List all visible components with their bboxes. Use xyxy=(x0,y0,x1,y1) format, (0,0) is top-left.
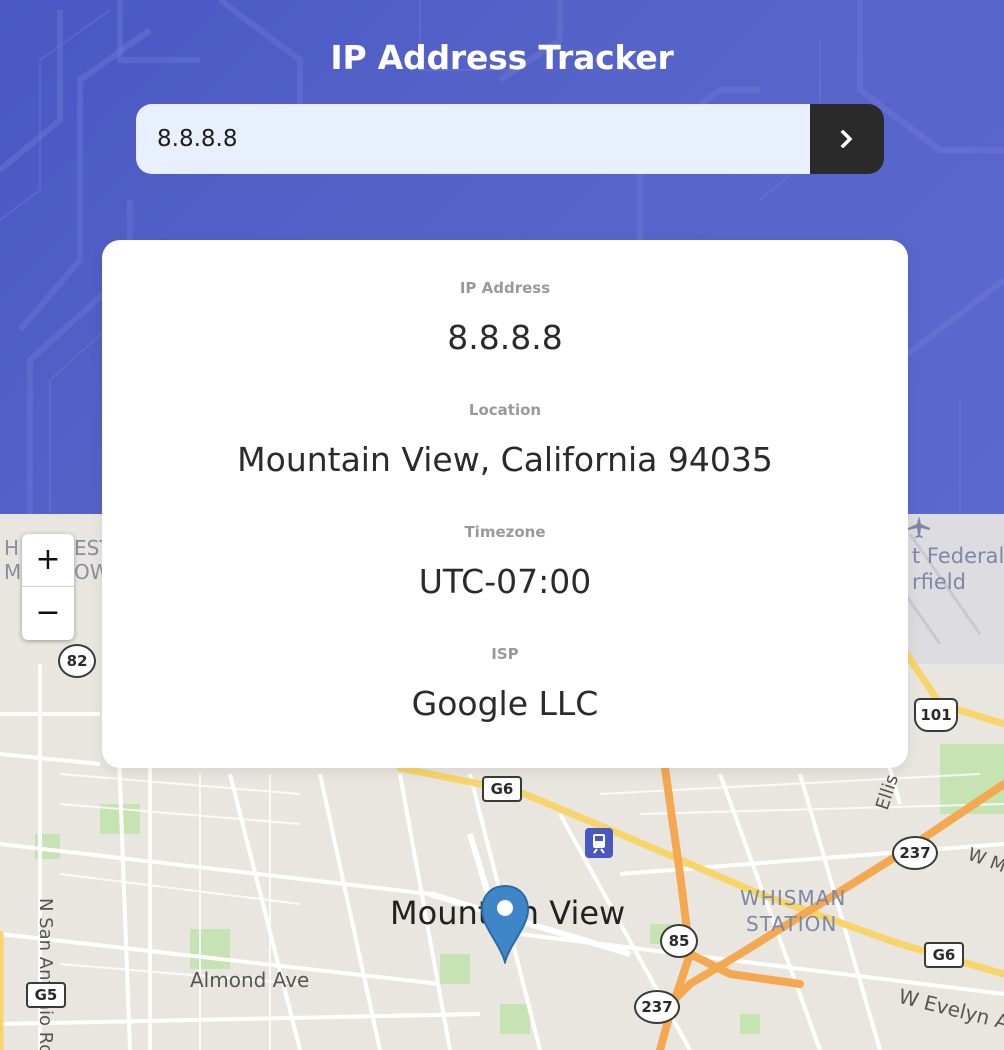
search-submit-button[interactable] xyxy=(810,104,884,174)
stat-value-ip-address: 8.8.8.8 xyxy=(447,318,563,357)
highway-82-shield: 82 xyxy=(58,644,96,678)
map-label-harvest-1: H xyxy=(4,536,20,560)
stat-label-ip-address: IP Address xyxy=(459,279,551,297)
highway-237-shield-a: 237 xyxy=(892,836,938,870)
ip-search-input[interactable] xyxy=(136,104,810,174)
stat-label-timezone: Timezone xyxy=(464,523,546,541)
location-marker-icon[interactable] xyxy=(480,884,530,964)
route-g5-sign: G5 xyxy=(26,982,66,1008)
map-label-almond: Almond Ave xyxy=(190,968,310,992)
search-bar xyxy=(136,104,884,174)
route-g6-sign-b: G6 xyxy=(924,942,964,968)
page-title: IP Address Tracker xyxy=(330,38,674,77)
map-label-federal: t Federal xyxy=(912,544,1004,568)
airport-icon xyxy=(908,516,930,538)
highway-85-shield: 85 xyxy=(660,924,698,958)
stat-value-timezone: UTC-07:00 xyxy=(418,562,592,601)
highway-101-shield: 101 xyxy=(914,698,958,732)
stat-label-location: Location xyxy=(468,401,542,419)
map-label-n-san-antonio: N San Antonio Rd xyxy=(35,898,56,1050)
zoom-out-button[interactable]: − xyxy=(22,587,74,639)
stat-label-isp: ISP xyxy=(491,645,519,663)
chevron-right-icon xyxy=(840,130,853,148)
map-label-field: rfield xyxy=(912,570,966,594)
train-station-icon xyxy=(585,828,613,858)
stat-value-location: Mountain View, California 94035 xyxy=(237,440,773,479)
ip-info-card: IP Address 8.8.8.8 Location Mountain Vie… xyxy=(102,240,908,768)
route-g6-sign-a: G6 xyxy=(482,776,522,802)
map-label-whisman: WHISMAN xyxy=(740,886,847,910)
zoom-controls: + − xyxy=(22,534,74,640)
map-label-harvest-2: M xyxy=(4,560,22,584)
highway-237-shield-b: 237 xyxy=(634,990,680,1024)
map-label-station: STATION xyxy=(746,912,838,936)
zoom-in-button[interactable]: + xyxy=(22,534,74,586)
stat-value-isp: Google LLC xyxy=(411,684,599,723)
